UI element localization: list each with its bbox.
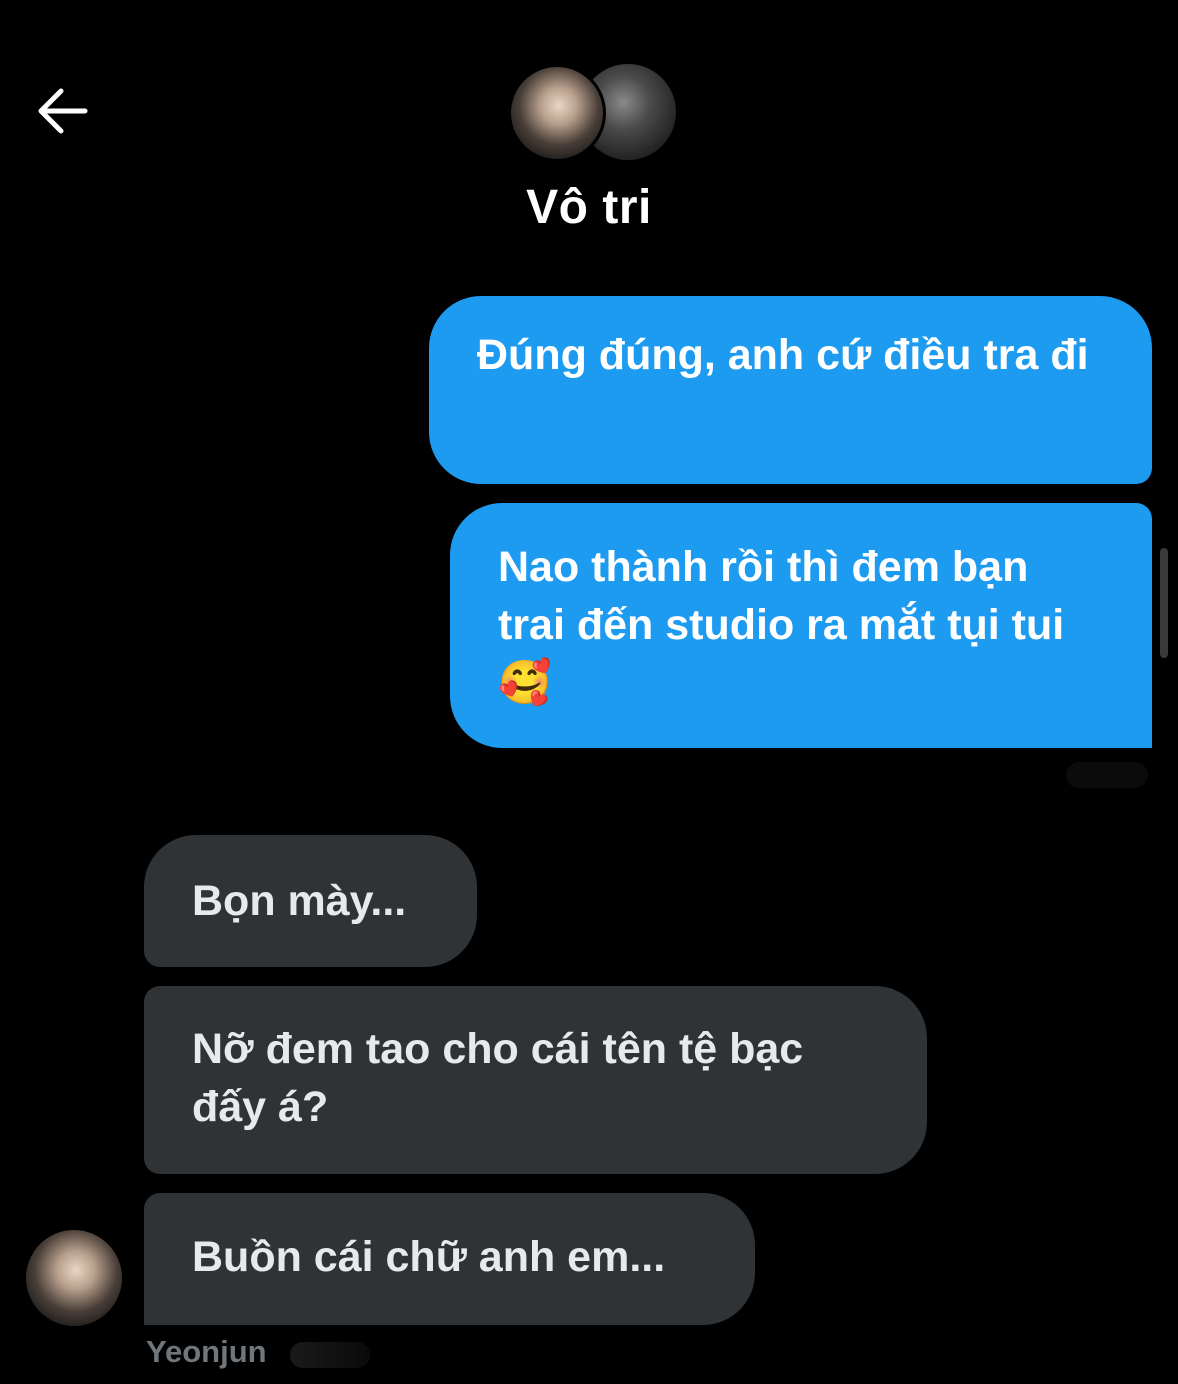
scrollbar[interactable] <box>1160 548 1168 658</box>
received-message[interactable]: Nỡ đem tao cho cái tên tệ bạc đấy á? <box>144 986 927 1174</box>
back-button[interactable] <box>28 80 94 142</box>
received-message[interactable]: Bọn mày... <box>144 835 477 967</box>
sender-name: Yeonjun <box>146 1334 267 1369</box>
sent-message[interactable]: Đúng đúng, anh cứ điều tra đi <box>429 296 1152 484</box>
received-message[interactable]: Buồn cái chữ anh em... <box>144 1193 755 1325</box>
read-receipt <box>1066 762 1148 788</box>
group-avatars[interactable] <box>508 64 676 162</box>
arrow-left-icon <box>38 88 88 134</box>
sent-message[interactable]: Nao thành rồi thì đem bạn trai đến studi… <box>450 503 1152 748</box>
chat-title[interactable]: Vô tri <box>0 180 1178 235</box>
avatar <box>508 64 606 162</box>
avatar[interactable] <box>26 1230 122 1326</box>
timestamp-blur <box>290 1342 370 1368</box>
